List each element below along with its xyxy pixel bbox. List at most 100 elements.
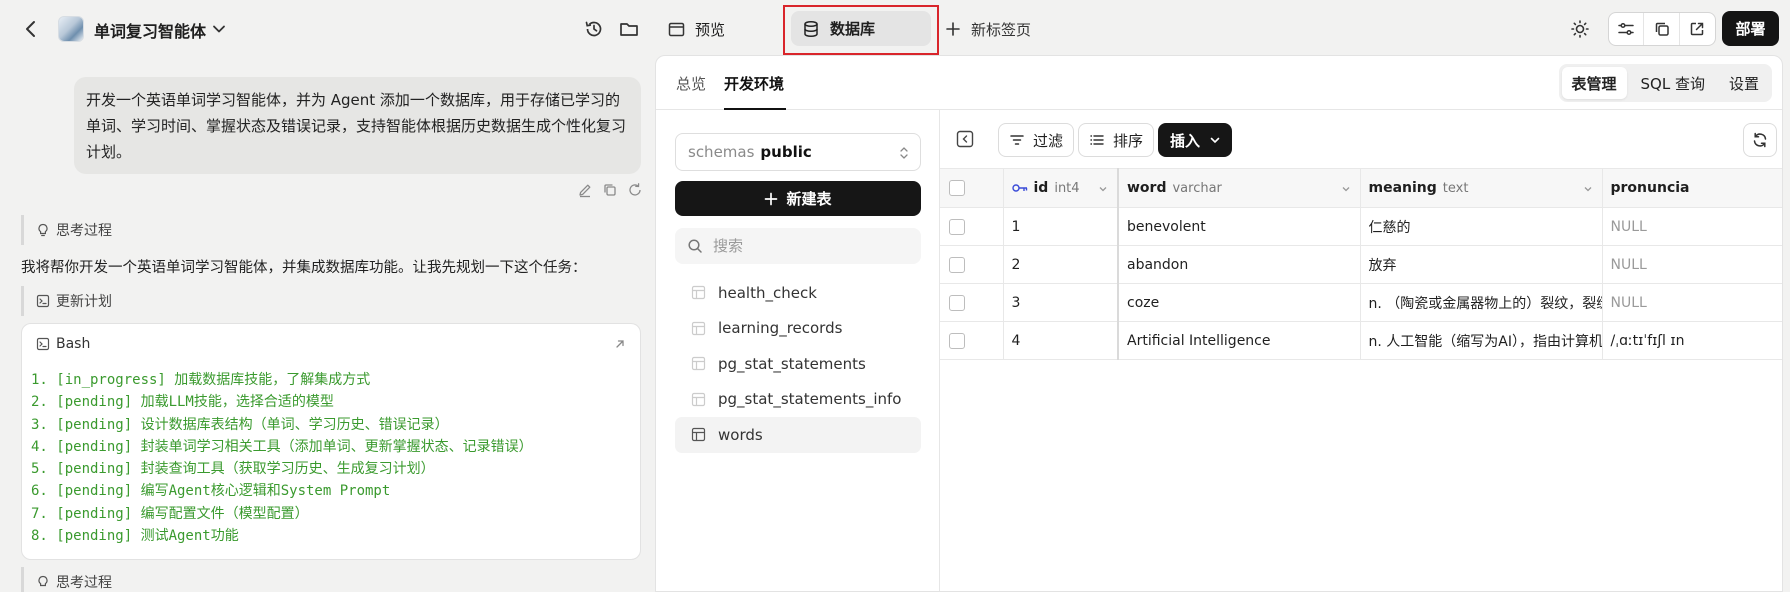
tab-new[interactable]: 新标签页 [945,14,1031,44]
cell-id[interactable]: 4 [1003,321,1119,360]
select-all-checkbox[interactable] [949,180,965,196]
chevron-down-icon[interactable] [1582,183,1594,195]
row-checkbox[interactable] [949,218,965,235]
table-data-area: 过滤 排序 插入 id int4 word varchar meaning te… [940,110,1782,591]
tab-database[interactable]: 数据库 [791,11,931,46]
sliders-icon[interactable] [1609,13,1645,45]
table-item-words[interactable]: words [675,417,921,453]
sun-icon[interactable] [1568,17,1592,41]
sort-button[interactable]: 排序 [1078,123,1155,157]
filter-label: 过滤 [1033,131,1064,150]
edit-icon[interactable] [576,181,593,198]
table-icon [690,391,706,407]
agent-title[interactable]: 单词复习智能体 [94,18,206,42]
key-icon [1011,183,1028,193]
table-icon [690,356,706,372]
table-row[interactable]: 4 Artificial Intelligence n. 人工智能（缩写为AI）… [940,321,1782,360]
cell-word[interactable]: Artificial Intelligence [1118,321,1361,360]
back-arrow-icon[interactable] [20,18,42,40]
history-icon[interactable] [583,18,605,40]
row-checkbox[interactable] [949,332,965,349]
row-checkbox[interactable] [949,256,965,273]
table-row[interactable]: 3 coze n. （陶瓷或金属器物上的）裂纹，裂缝；（ NULL [940,283,1782,322]
lightbulb-icon [36,223,50,237]
cell-meaning[interactable]: 放弃 [1360,245,1603,284]
row-checkbox[interactable] [949,294,965,311]
bash-line: 7. [pending] 编写配置文件（模型配置） [31,505,309,522]
cell-word[interactable]: benevolent [1118,207,1361,246]
table-item-pg-stat-statements[interactable]: pg_stat_statements [675,346,921,382]
cell-pronunciation[interactable]: NULL [1602,245,1782,284]
bash-title: Bash [56,336,91,352]
cell-id[interactable]: 2 [1003,245,1119,284]
cell-meaning[interactable]: n. 人工智能（缩写为AI），指由计算机系统 [1360,321,1603,360]
table-name: pg_stat_statements_info [718,390,902,409]
cell-meaning[interactable]: n. （陶瓷或金属器物上的）裂纹，裂缝；（ [1360,283,1603,322]
deploy-button[interactable]: 部署 [1722,11,1779,46]
cell-pronunciation[interactable]: NULL [1602,207,1782,246]
insert-label: 插入 [1170,131,1201,150]
table-search [675,228,921,264]
update-plan-toggle[interactable]: 更新计划 [21,286,112,316]
cell-pronunciation[interactable]: /ˌɑːtɪˈfɪʃl ɪn [1602,321,1782,360]
table-row[interactable]: 2 abandon 放弃 NULL [940,245,1782,284]
column-type: int4 [1054,181,1080,196]
table-item-learning-records[interactable]: learning_records [675,311,921,347]
table-name: health_check [718,283,817,302]
cell-pronunciation[interactable]: NULL [1602,283,1782,322]
refresh-icon[interactable] [1743,123,1777,157]
column-header-meaning[interactable]: meaning text [1360,168,1603,208]
cell-id[interactable]: 3 [1003,283,1119,322]
chevron-down-icon[interactable] [1340,183,1352,195]
external-link-icon[interactable] [1680,13,1715,45]
insert-button[interactable]: 插入 [1158,123,1233,157]
bash-line: 8. [pending] 测试Agent功能 [31,528,239,545]
bash-output: 1. [in_progress] 加载数据库技能，了解集成方式 2. [pend… [31,369,533,547]
chevron-down-icon[interactable] [210,20,228,38]
user-message: 开发一个英语单词学习智能体，并为 Agent 添加一个数据库，用于存储已学习的单… [74,77,641,174]
expand-icon[interactable] [612,336,628,352]
regenerate-icon[interactable] [626,181,643,198]
tab-preview[interactable]: 预览 [660,14,733,44]
data-toolbar: 过滤 排序 插入 [940,110,1782,166]
sidebar-collapse-icon[interactable] [955,129,975,149]
schema-select[interactable]: schemas public [675,133,921,171]
cell-word[interactable]: abandon [1118,245,1361,284]
terminal-icon [36,337,50,351]
cell-id[interactable]: 1 [1003,207,1119,246]
row-select-cell [940,283,1004,322]
cell-meaning[interactable]: 仁慈的 [1360,207,1603,246]
bash-line: 1. [in_progress] 加载数据库技能，了解集成方式 [31,372,371,388]
thought-process-toggle[interactable]: 思考过程 [21,215,112,245]
subtab-sql-query[interactable]: SQL 查询 [1631,67,1715,99]
column-header-pronunciation[interactable]: pronuncia [1602,168,1782,208]
tab-dev-environment[interactable]: 开发环境 [724,73,784,94]
tab-overview[interactable]: 总览 [676,73,706,94]
tab-database-label: 数据库 [830,20,876,38]
table-search-input[interactable] [713,237,903,255]
column-header-word[interactable]: word varchar [1118,168,1361,208]
chevron-down-icon[interactable] [1097,183,1109,195]
copy-icon[interactable] [1644,13,1680,45]
table-item-health-check[interactable]: health_check [675,275,921,311]
table-row[interactable]: 1 benevolent 仁慈的 NULL [940,207,1782,246]
copy-icon[interactable] [601,181,618,198]
row-select-cell [940,245,1004,284]
thought-label: 思考过程 [56,223,112,239]
message-actions [576,181,643,198]
new-table-button[interactable]: 新建表 [675,181,921,216]
column-name: meaning [1368,180,1437,196]
column-header-id[interactable]: id int4 [1003,168,1119,208]
filter-button[interactable]: 过滤 [998,123,1075,157]
cell-word[interactable]: coze [1118,283,1361,322]
thought-process-toggle[interactable]: 思考过程 [21,567,112,592]
table-icon [690,427,706,443]
folder-icon[interactable] [618,18,640,40]
assistant-message: 我将帮你开发一个英语单词学习智能体，并集成数据库功能。让我先规划一下这个任务： [21,260,587,276]
subtab-settings[interactable]: 设置 [1719,67,1769,99]
bash-line: 6. [pending] 编写Agent核心逻辑和System Prompt [31,483,391,500]
tab-preview-label: 预览 [695,20,726,39]
subtab-table-management[interactable]: 表管理 [1561,67,1627,99]
column-type: varchar [1172,181,1222,196]
table-item-pg-stat-statements-info[interactable]: pg_stat_statements_info [675,382,921,418]
